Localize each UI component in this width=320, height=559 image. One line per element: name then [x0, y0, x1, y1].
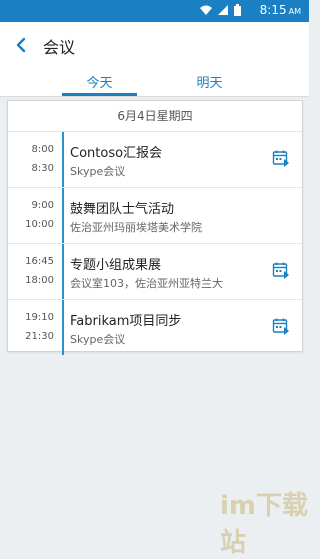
tab-tomorrow-label: 明天 — [196, 76, 223, 91]
event-title: Fabrikam项目同步 — [70, 314, 182, 329]
event-end-time: 8:30 — [31, 163, 54, 174]
app-bar: 会议 — [0, 22, 309, 68]
event-times: 8:00 8:30 — [8, 132, 62, 187]
agenda-card: 6月4日星期四 8:00 8:30 Contoso汇报会 Skype会议 9:0… — [7, 100, 303, 355]
tab-today-label: 今天 — [86, 76, 113, 91]
event-title: 鼓舞团队士气活动 — [70, 202, 175, 217]
battery-icon — [234, 4, 241, 16]
chevron-left-icon — [16, 37, 26, 53]
event-row[interactable]: 9:00 10:00 鼓舞团队士气活动 佐治亚州玛丽埃塔美术学院 — [8, 188, 302, 244]
calendar-edit-icon — [272, 318, 289, 335]
event-location: Skype会议 — [70, 333, 126, 346]
event-start-time: 8:00 — [31, 144, 54, 155]
signal-icon — [218, 5, 228, 15]
event-row[interactable]: 8:00 8:30 Contoso汇报会 Skype会议 — [8, 132, 302, 188]
status-time: 8:15 AM — [260, 3, 301, 17]
event-location: 佐治亚州玛丽埃塔美术学院 — [70, 221, 202, 234]
event-location: 会议室103，佐治亚州亚特兰大 — [70, 277, 223, 290]
event-times: 9:00 10:00 — [8, 188, 62, 243]
wifi-icon — [200, 5, 212, 15]
calendar-action-button[interactable] — [272, 317, 290, 335]
event-title: 专题小组成果展 — [70, 258, 162, 273]
day-tabs: 今天 明天 — [0, 68, 309, 97]
event-start-time: 16:45 — [25, 256, 54, 267]
tab-tomorrow[interactable]: 明天 — [172, 72, 247, 96]
tab-today[interactable]: 今天 — [62, 72, 137, 96]
event-times: 19:10 21:30 — [8, 300, 62, 355]
calendar-action-button[interactable] — [272, 261, 290, 279]
time-text: 8:15 — [259, 3, 287, 17]
event-end-time: 18:00 — [25, 275, 54, 286]
event-times: 16:45 18:00 — [8, 244, 62, 299]
event-start-time: 9:00 — [31, 200, 54, 211]
calendar-edit-icon — [272, 262, 289, 279]
calendar-edit-icon — [272, 150, 289, 167]
page-title: 会议 — [43, 38, 76, 57]
event-location: Skype会议 — [70, 165, 126, 178]
watermark: im下载站 — [220, 491, 309, 558]
event-color-bar — [62, 244, 64, 299]
event-color-bar — [62, 300, 64, 355]
event-title: Contoso汇报会 — [70, 146, 163, 161]
agenda-date: 6月4日星期四 — [8, 101, 302, 132]
tab-selected-indicator — [62, 93, 137, 96]
event-color-bar — [62, 132, 64, 187]
event-start-time: 19:10 — [25, 312, 54, 323]
status-icons — [200, 4, 241, 16]
event-end-time: 21:30 — [25, 331, 54, 342]
back-button[interactable] — [10, 33, 34, 57]
event-color-bar — [62, 188, 64, 243]
status-bar: 8:15 AM — [0, 0, 309, 22]
calendar-action-button[interactable] — [272, 149, 290, 167]
event-end-time: 10:00 — [25, 219, 54, 230]
ampm-text: AM — [288, 7, 301, 16]
event-row[interactable]: 19:10 21:30 Fabrikam项目同步 Skype会议 — [8, 300, 302, 355]
event-row[interactable]: 16:45 18:00 专题小组成果展 会议室103，佐治亚州亚特兰大 — [8, 244, 302, 300]
